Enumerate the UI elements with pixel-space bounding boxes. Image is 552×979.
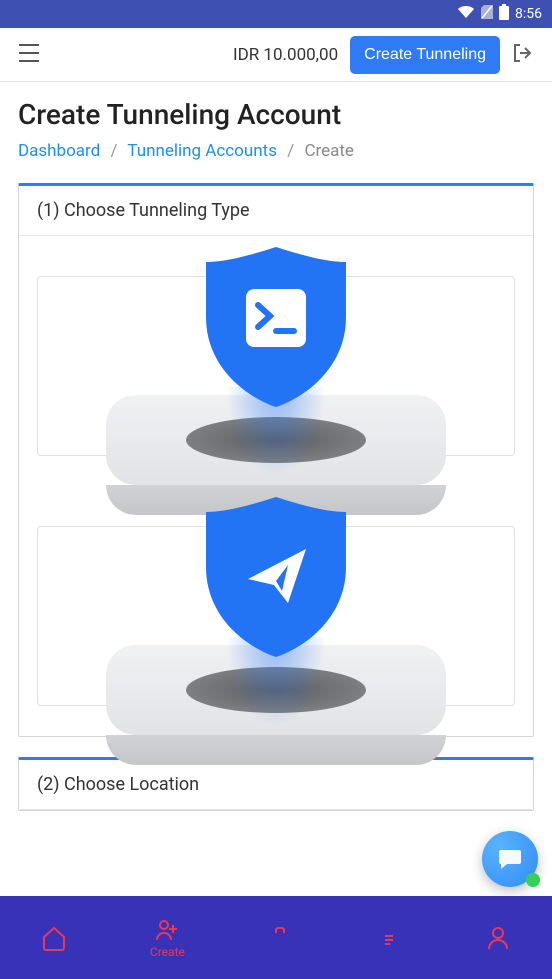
chat-fab-button[interactable] xyxy=(482,831,538,887)
wifi-icon xyxy=(457,5,475,23)
balance-display: IDR 10.000,00 xyxy=(233,45,338,65)
tunneling-type-shadowsocks[interactable] xyxy=(37,526,515,706)
breadcrumb-dashboard[interactable]: Dashboard xyxy=(18,141,100,161)
hamburger-menu-icon[interactable] xyxy=(18,44,40,66)
nav-clipboard[interactable] xyxy=(376,925,402,951)
step-1-title: (1) Choose Tunneling Type xyxy=(19,186,533,236)
logout-icon[interactable] xyxy=(512,43,534,67)
shield-terminal-icon xyxy=(206,247,346,407)
nav-briefcase[interactable] xyxy=(267,925,293,951)
top-nav: IDR 10.000,00 Create Tunneling xyxy=(0,28,552,82)
shield-send-icon xyxy=(206,497,346,657)
bottom-nav: Create xyxy=(0,896,552,979)
breadcrumb-current: Create xyxy=(304,141,354,161)
step-2-title: (2) Choose Location xyxy=(19,760,533,810)
step-1-card: (1) Choose Tunneling Type xyxy=(18,183,534,737)
main-content: Create Tunneling Account Dashboard / Tun… xyxy=(0,82,552,896)
nav-create-label: Create xyxy=(150,945,185,959)
status-time: 8:56 xyxy=(515,6,542,22)
step-2-card: (2) Choose Location xyxy=(18,757,534,811)
breadcrumb-tunneling-accounts[interactable]: Tunneling Accounts xyxy=(127,141,277,161)
status-bar: 8:56 xyxy=(0,0,552,28)
nav-create[interactable]: Create xyxy=(150,917,185,959)
breadcrumb-separator: / xyxy=(287,141,294,161)
sim-icon xyxy=(481,5,493,23)
battery-icon xyxy=(499,4,509,24)
create-tunneling-button[interactable]: Create Tunneling xyxy=(350,36,500,74)
page-title: Create Tunneling Account xyxy=(18,98,534,131)
nav-home[interactable] xyxy=(41,925,67,951)
nav-profile[interactable] xyxy=(485,925,511,951)
tunneling-type-ssh[interactable] xyxy=(37,276,515,456)
breadcrumb: Dashboard / Tunneling Accounts / Create xyxy=(18,141,534,161)
breadcrumb-separator: / xyxy=(110,141,117,161)
